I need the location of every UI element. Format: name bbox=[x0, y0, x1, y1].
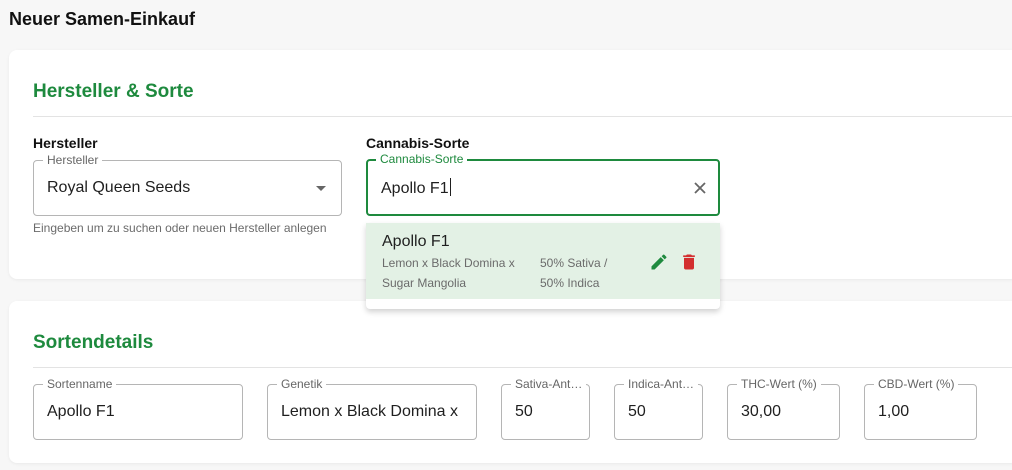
option-genetics: Lemon x Black Domina x Sugar Mangolia bbox=[382, 256, 515, 290]
chevron-down-icon[interactable] bbox=[316, 186, 326, 191]
cbd-wert-label: CBD-Wert (%) bbox=[874, 377, 959, 391]
section-divider bbox=[33, 367, 1012, 368]
section-title-hersteller-sorte: Hersteller & Sorte bbox=[33, 81, 194, 102]
genetik-label: Genetik bbox=[277, 377, 327, 391]
hersteller-heading: Hersteller bbox=[33, 135, 98, 151]
sorte-field-label: Cannabis-Sorte bbox=[376, 152, 468, 166]
text-cursor bbox=[449, 178, 451, 196]
sorte-input[interactable]: Cannabis-Sorte Apollo F1 bbox=[366, 152, 720, 216]
indica-anteil-field[interactable]: Indica-Ant… 50 bbox=[614, 377, 703, 440]
sortenname-label: Sortenname bbox=[43, 377, 117, 391]
sorte-value: Apollo F1 bbox=[381, 178, 451, 197]
cbd-wert-field[interactable]: CBD-Wert (%) 1,00 bbox=[864, 377, 977, 440]
sortenname-value: Apollo F1 bbox=[47, 403, 115, 420]
close-icon[interactable] bbox=[693, 181, 707, 195]
sativa-anteil-field[interactable]: Sativa-Ant… 50 bbox=[501, 377, 590, 440]
page-title: Neuer Samen-Einkauf bbox=[9, 9, 196, 29]
hersteller-field-label: Hersteller bbox=[43, 153, 103, 167]
sortenname-field[interactable]: Sortenname Apollo F1 bbox=[33, 377, 243, 440]
option-strain-name: Apollo F1 bbox=[382, 233, 450, 250]
indica-anteil-value: 50 bbox=[628, 403, 646, 420]
indica-anteil-label: Indica-Ant… bbox=[624, 377, 699, 391]
thc-wert-label: THC-Wert (%) bbox=[737, 377, 821, 391]
thc-wert-field[interactable]: THC-Wert (%) 30,00 bbox=[727, 377, 840, 440]
sativa-anteil-label: Sativa-Ant… bbox=[511, 377, 587, 391]
hersteller-helper-text: Eingeben um zu suchen oder neuen Herstel… bbox=[33, 221, 327, 235]
option-ratio: 50% Sativa / 50% Indica bbox=[540, 256, 608, 290]
sativa-anteil-value: 50 bbox=[515, 403, 533, 420]
hersteller-select[interactable]: Hersteller Royal Queen Seeds bbox=[33, 153, 342, 216]
section-title-sortendetails: Sortendetails bbox=[33, 332, 154, 353]
trash-icon[interactable] bbox=[679, 252, 699, 272]
genetik-value: Lemon x Black Domina x bbox=[281, 403, 458, 420]
cbd-wert-value: 1,00 bbox=[878, 403, 910, 420]
genetik-field[interactable]: Genetik Lemon x Black Domina x bbox=[267, 377, 477, 440]
autocomplete-option[interactable]: Apollo F1 Lemon x Black Domina x Sugar M… bbox=[366, 223, 720, 299]
pencil-icon[interactable] bbox=[649, 252, 669, 272]
hersteller-value: Royal Queen Seeds bbox=[47, 179, 191, 196]
thc-wert-value: 30,00 bbox=[741, 403, 782, 420]
sorte-autocomplete-popup: Apollo F1 Lemon x Black Domina x Sugar M… bbox=[366, 223, 720, 309]
section-divider bbox=[33, 116, 1012, 117]
sorte-heading: Cannabis-Sorte bbox=[366, 135, 470, 151]
